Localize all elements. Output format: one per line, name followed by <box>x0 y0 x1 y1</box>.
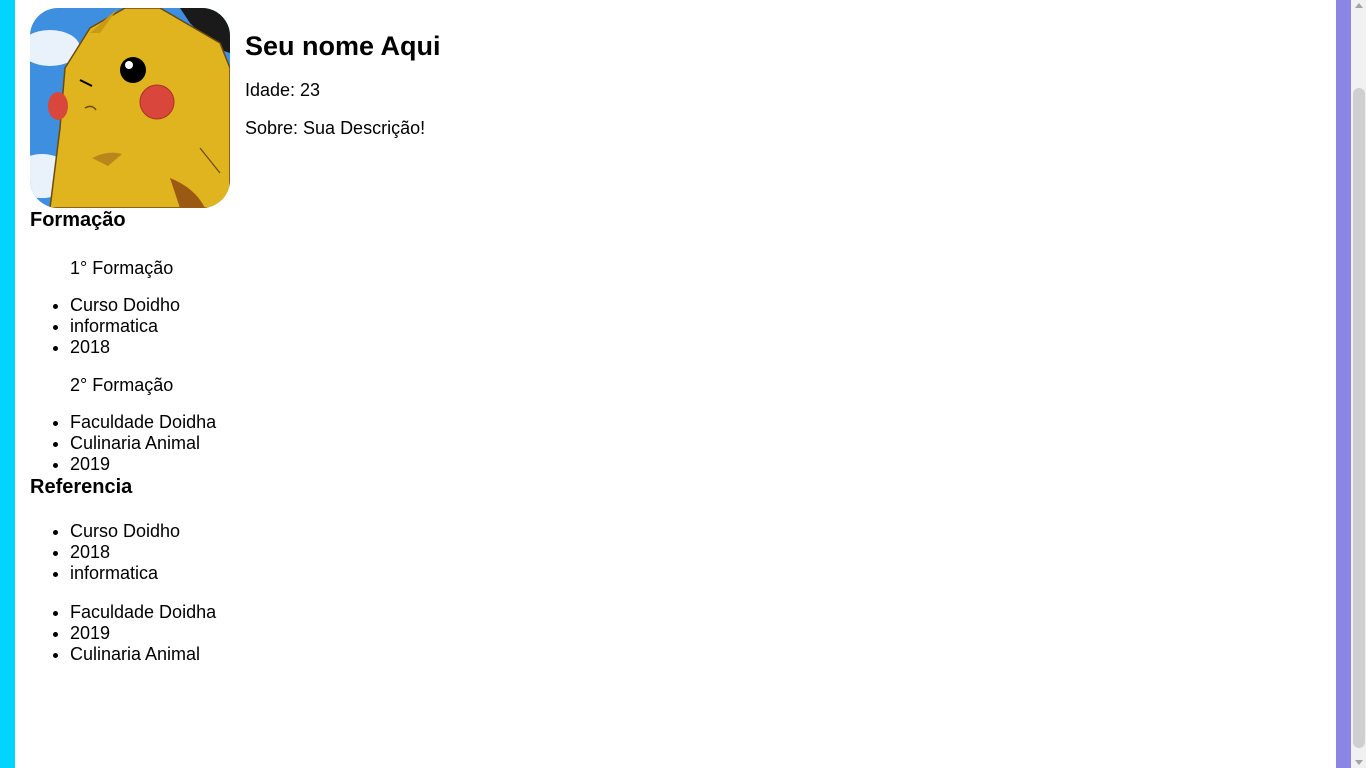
referencia-group-2-list: Faculdade Doidha 2019 Culinaria Animal <box>30 602 1320 665</box>
list-item: Faculdade Doidha <box>70 412 1320 433</box>
list-item: 2019 <box>70 623 1320 644</box>
profile-name: Seu nome Aqui <box>245 31 441 61</box>
avatar <box>30 8 230 208</box>
formacao-group-2-list: Faculdade Doidha Culinaria Animal 2019 <box>30 412 1320 475</box>
profile-about: Sobre: Sua Descrição! <box>245 118 426 138</box>
list-item: informatica <box>70 563 1320 584</box>
list-item: Culinaria Animal <box>70 644 1320 665</box>
list-item: Curso Doidho <box>70 521 1320 542</box>
scroll-up-arrow-icon[interactable] <box>1355 3 1363 8</box>
list-item: 2019 <box>70 454 1320 475</box>
profile-age: Idade: 23 <box>245 80 321 100</box>
scroll-down-arrow-icon[interactable] <box>1355 760 1363 765</box>
profile-header: Seu nome Aqui Idade: 23 Sobre: Sua Descr… <box>30 8 1320 208</box>
list-item: 2018 <box>70 337 1320 358</box>
formacao-group-2-heading: 2° Formação <box>70 375 174 395</box>
formacao-group-1-list: Curso Doidho informatica 2018 <box>30 295 1320 358</box>
left-accent-stripe <box>0 0 15 768</box>
list-item: informatica <box>70 316 1320 337</box>
list-item: Faculdade Doidha <box>70 602 1320 623</box>
scroll-thumb[interactable] <box>1353 88 1365 748</box>
referencia-group-1-list: Curso Doidho 2018 informatica <box>30 521 1320 584</box>
page-content: Seu nome Aqui Idade: 23 Sobre: Sua Descr… <box>30 8 1320 665</box>
vertical-scrollbar[interactable] <box>1351 0 1366 768</box>
profile-info: Seu nome Aqui Idade: 23 Sobre: Sua Descr… <box>245 8 441 140</box>
list-item: Curso Doidho <box>70 295 1320 316</box>
pikachu-avatar-image <box>30 8 230 208</box>
list-item: 2018 <box>70 542 1320 563</box>
referencia-title: Referencia <box>30 476 133 498</box>
formacao-title: Formação <box>30 209 126 231</box>
formacao-group-1-heading: 1° Formação <box>70 258 174 278</box>
list-item: Culinaria Animal <box>70 433 1320 454</box>
